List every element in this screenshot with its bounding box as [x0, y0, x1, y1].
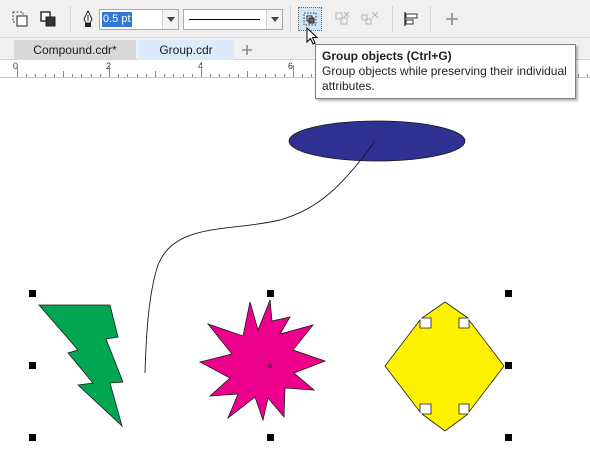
ruler-tick [302, 74, 303, 77]
outline-width-value[interactable]: 0.5 pt [102, 12, 132, 27]
ruler-tick [72, 74, 73, 77]
ungroup-all-button[interactable] [358, 7, 382, 31]
align-distribute-button[interactable] [399, 7, 423, 31]
ruler-tick [219, 74, 220, 77]
selection-handle[interactable] [505, 290, 512, 297]
ruler-tick [17, 65, 18, 77]
new-tab-button[interactable] [237, 41, 257, 59]
ellipse-shape[interactable] [288, 120, 466, 162]
ruler-tick [81, 74, 82, 77]
selection-handle[interactable] [29, 290, 36, 297]
outline-style-combo[interactable] [183, 9, 283, 30]
ruler-tick [229, 74, 230, 77]
ungroup-icon [335, 11, 350, 25]
ruler-tick [127, 74, 128, 77]
select-icon[interactable] [8, 7, 32, 31]
tooltip-body: Group objects while preserving their ind… [322, 64, 567, 93]
ruler-tick [311, 74, 312, 77]
selection-handle[interactable] [505, 434, 512, 441]
align-icon [404, 12, 418, 26]
ungroup-objects-button[interactable] [330, 7, 354, 31]
ruler-tick [284, 74, 285, 77]
ruler-tick [26, 74, 27, 77]
plus-icon [242, 45, 252, 55]
ruler-tick [256, 74, 257, 77]
selection-handle[interactable] [29, 362, 36, 369]
outline-width-combo[interactable]: 0.5 pt [99, 9, 179, 30]
ruler-tick [100, 74, 101, 77]
ruler-tick [293, 65, 294, 77]
ruler-tick [201, 65, 202, 77]
ruler-tick [155, 71, 156, 77]
ruler-tick [210, 74, 211, 77]
ruler-tick [137, 74, 138, 77]
selection-handle[interactable] [267, 290, 274, 297]
lightning-shape[interactable] [38, 304, 124, 428]
ruler-tick [275, 74, 276, 77]
selection-handle[interactable] [505, 362, 512, 369]
ruler-tick [35, 74, 36, 77]
toolbar-separator [70, 6, 71, 32]
tab-group[interactable]: Group.cdr [138, 40, 234, 60]
group-objects-tooltip: Group objects (Ctrl+G) Group objects whi… [315, 44, 576, 99]
drawing-canvas[interactable] [0, 79, 590, 469]
ruler-tick [164, 74, 165, 77]
pen-outline-icon [78, 7, 98, 31]
ruler-tick [91, 74, 92, 77]
ruler-tick [63, 71, 64, 77]
ruler-tick [183, 74, 184, 77]
ruler-tick [54, 74, 55, 77]
toolbar-separator [430, 6, 431, 32]
line-style-preview [189, 19, 260, 20]
arrange-icon[interactable] [36, 7, 60, 31]
tab-compound[interactable]: Compound.cdr* [14, 40, 136, 60]
selection-handle[interactable] [267, 434, 274, 441]
ruler-tick [238, 74, 239, 77]
drawing-surface[interactable] [0, 79, 590, 469]
app-window: 0.5 pt Compound.cdr* Group.cdr 0 6 Group… [0, 0, 590, 469]
toolbar-separator [392, 6, 393, 32]
property-bar: 0.5 pt [0, 0, 590, 38]
rounded-cross-shape[interactable] [384, 301, 505, 432]
ruler-tick [192, 74, 193, 77]
starburst-shape[interactable] [198, 299, 327, 422]
add-button[interactable] [440, 7, 464, 31]
ruler-tick [118, 74, 119, 77]
ruler-tick [247, 71, 248, 77]
ruler-tick [146, 74, 147, 77]
chevron-down-icon[interactable] [266, 10, 282, 29]
ungroup-all-icon [361, 11, 379, 25]
mouse-cursor-icon [306, 27, 319, 45]
group-objects-icon [303, 12, 317, 26]
plus-icon [446, 13, 458, 25]
ruler-tick [587, 74, 588, 77]
chevron-down-icon[interactable] [162, 10, 178, 29]
selection-handle[interactable] [29, 434, 36, 441]
tooltip-title: Group objects (Ctrl+G) [322, 49, 452, 63]
ruler-tick [173, 74, 174, 77]
toolbar-separator [290, 6, 291, 32]
ruler-tick [265, 74, 266, 77]
ruler-tick [578, 74, 579, 77]
ruler-tick [109, 65, 110, 77]
ruler-tick [45, 74, 46, 77]
